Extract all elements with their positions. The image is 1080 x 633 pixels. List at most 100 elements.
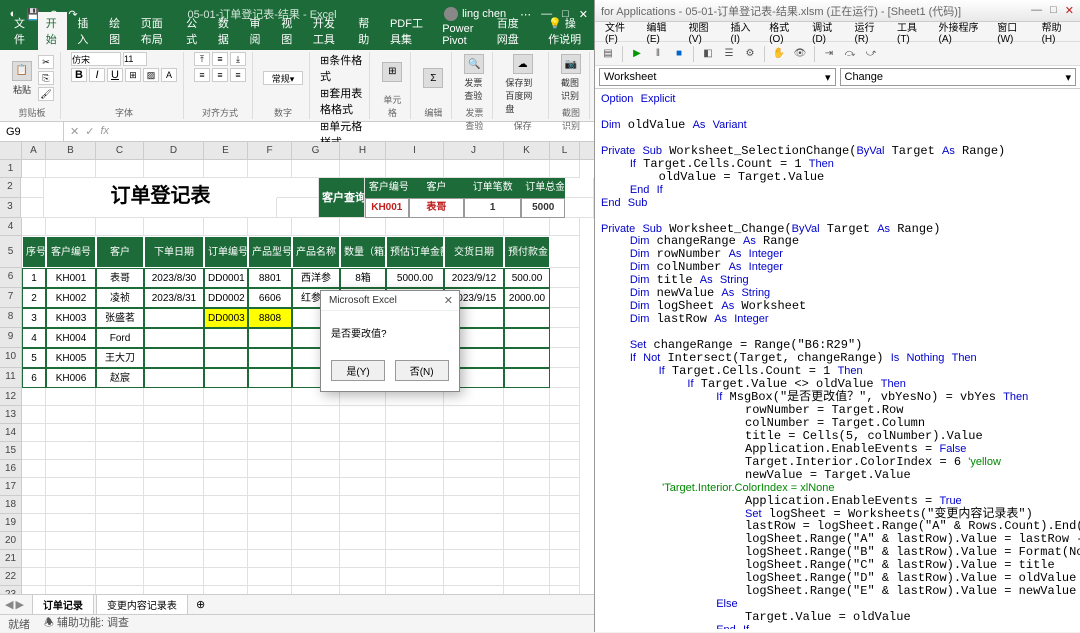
col-header[interactable]: I — [386, 142, 444, 159]
format-painter-icon[interactable]: 🖌 — [38, 87, 54, 101]
cell[interactable] — [204, 388, 248, 406]
cell[interactable] — [46, 218, 96, 236]
cell[interactable] — [444, 532, 504, 550]
align-bot-icon[interactable]: ⤓ — [230, 52, 246, 66]
ribbon-tab-视图[interactable]: 视图 — [273, 12, 303, 50]
row-header[interactable]: 13 — [0, 406, 22, 424]
table-cell[interactable]: 表哥 — [96, 268, 144, 288]
row-header[interactable]: 7 — [0, 288, 22, 308]
underline-icon[interactable]: U — [107, 68, 123, 82]
cell[interactable] — [46, 424, 96, 442]
cell[interactable] — [340, 550, 386, 568]
table-cell[interactable] — [248, 328, 292, 348]
cell[interactable] — [292, 442, 340, 460]
invoice-button[interactable]: 🔍发票查验 — [462, 52, 486, 104]
cell[interactable] — [144, 460, 204, 478]
table-cell[interactable] — [504, 308, 550, 328]
cell[interactable] — [386, 568, 444, 586]
vba-step-into-icon[interactable]: ⇥ — [820, 45, 838, 63]
cell[interactable] — [550, 550, 580, 568]
cell[interactable] — [248, 460, 292, 478]
font-name-input[interactable] — [71, 52, 121, 66]
cell[interactable] — [340, 496, 386, 514]
cell[interactable] — [204, 424, 248, 442]
cell[interactable] — [444, 442, 504, 460]
cell[interactable] — [504, 550, 550, 568]
cell[interactable] — [504, 218, 550, 236]
cell[interactable] — [504, 478, 550, 496]
col-header[interactable]: A — [22, 142, 46, 159]
ribbon-tab-数据[interactable]: 数据 — [210, 12, 240, 50]
cells-button[interactable]: ⊞ — [380, 60, 404, 84]
align-top-icon[interactable]: ⤒ — [194, 52, 210, 66]
cell[interactable] — [96, 532, 144, 550]
name-box[interactable]: G9 — [0, 122, 64, 141]
cell[interactable] — [386, 424, 444, 442]
worksheet-grid[interactable]: ABCDEFGHIJKL 12订单登记表客户查询客户编号客户订单笔数订单总金3K… — [0, 142, 594, 604]
table-cell[interactable]: KH001 — [46, 268, 96, 288]
row-header[interactable]: 15 — [0, 442, 22, 460]
cell[interactable] — [550, 478, 580, 496]
select-all-corner[interactable] — [0, 142, 22, 159]
table-cell[interactable]: 6606 — [248, 288, 292, 308]
cell[interactable] — [204, 532, 248, 550]
cell[interactable] — [248, 424, 292, 442]
ribbon-tab-文件[interactable]: 文件 — [6, 12, 36, 50]
cell[interactable] — [340, 406, 386, 424]
table-cell[interactable] — [204, 348, 248, 368]
vba-menu-item[interactable]: 窗口(W) — [991, 17, 1033, 47]
table-format-button[interactable]: ⊞套用表格格式 — [320, 85, 363, 117]
cell[interactable] — [504, 406, 550, 424]
msgbox-close-icon[interactable]: ✕ — [444, 294, 453, 307]
cell[interactable] — [22, 496, 46, 514]
cell[interactable] — [292, 406, 340, 424]
cell[interactable] — [144, 388, 204, 406]
ribbon-tab-插入[interactable]: 插入 — [69, 12, 99, 50]
align-center-icon[interactable]: ≡ — [212, 68, 228, 82]
cell[interactable] — [340, 532, 386, 550]
cell[interactable] — [96, 388, 144, 406]
vba-step-out-icon[interactable]: ⤻ — [862, 45, 880, 63]
cell[interactable] — [204, 550, 248, 568]
cut-icon[interactable]: ✂ — [38, 55, 54, 69]
vba-project-icon[interactable]: ☰ — [720, 45, 738, 63]
cell[interactable] — [292, 514, 340, 532]
vba-menu-item[interactable]: 帮助(H) — [1036, 17, 1076, 47]
cell[interactable] — [46, 550, 96, 568]
cell[interactable] — [386, 442, 444, 460]
cell[interactable] — [550, 424, 580, 442]
cell[interactable] — [504, 514, 550, 532]
table-cell[interactable]: 西洋参 — [292, 268, 340, 288]
table-cell[interactable]: 1 — [22, 268, 46, 288]
cell[interactable] — [248, 406, 292, 424]
vba-object-dropdown[interactable]: Worksheet▾ — [599, 68, 836, 86]
cell[interactable] — [248, 514, 292, 532]
cell[interactable] — [444, 478, 504, 496]
cell[interactable] — [550, 442, 580, 460]
cell[interactable] — [144, 568, 204, 586]
cell[interactable] — [504, 568, 550, 586]
conditional-format-button[interactable]: ⊞条件格式 — [320, 52, 363, 84]
table-cell[interactable]: 赵宸 — [96, 368, 144, 388]
table-cell[interactable]: 5000.00 — [386, 268, 444, 288]
cell[interactable] — [22, 218, 46, 236]
cell[interactable] — [96, 550, 144, 568]
cell[interactable] — [386, 478, 444, 496]
table-cell[interactable]: DD0001 — [204, 268, 248, 288]
ribbon-tab-开发工具[interactable]: 开发工具 — [305, 12, 348, 50]
cell[interactable] — [204, 568, 248, 586]
cell[interactable] — [96, 478, 144, 496]
col-header[interactable]: J — [444, 142, 504, 159]
cell[interactable] — [340, 442, 386, 460]
table-cell[interactable]: Ford — [96, 328, 144, 348]
cell[interactable] — [96, 442, 144, 460]
cell[interactable] — [386, 160, 444, 178]
table-cell[interactable] — [204, 328, 248, 348]
cell[interactable] — [550, 568, 580, 586]
cell[interactable] — [248, 160, 292, 178]
cell[interactable] — [46, 514, 96, 532]
table-cell[interactable]: 2023/8/30 — [144, 268, 204, 288]
cell[interactable] — [386, 514, 444, 532]
cell[interactable] — [550, 406, 580, 424]
vba-menu-item[interactable]: 视图(V) — [683, 17, 723, 47]
